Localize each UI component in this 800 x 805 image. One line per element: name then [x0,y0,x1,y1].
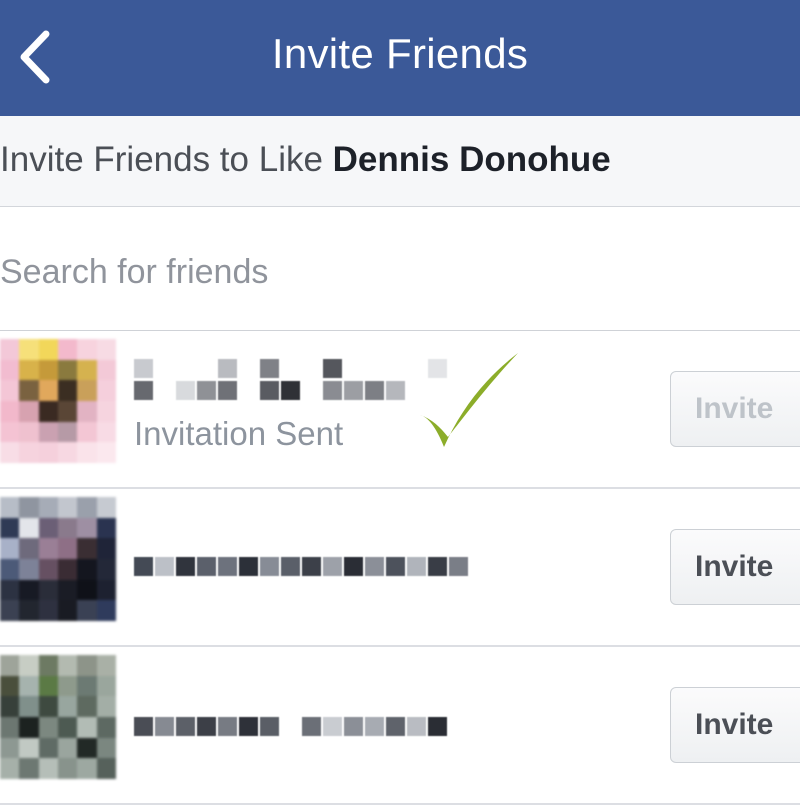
redacted-name [134,359,447,378]
invite-context-text: Invite Friends to Like Dennis Donohue [0,140,611,180]
friend-row: Invitation Sent Invite [0,331,800,489]
avatar [0,339,116,463]
avatar [0,655,116,779]
invite-button[interactable]: Invite [670,371,800,447]
invite-context-header: Invite Friends to Like Dennis Donohue [0,116,800,207]
invite-button[interactable]: Invite [670,687,800,763]
invitation-status: Invitation Sent [134,415,344,452]
page-name: Dennis Donohue [332,140,611,179]
invite-button[interactable]: Invite [670,529,800,605]
redacted-name [134,557,468,576]
avatar [0,497,116,621]
invite-context-prefix: Invite Friends to Like [0,140,333,179]
checkmark-icon [420,353,518,447]
search-bar [0,207,800,331]
page-title: Invite Friends [271,30,529,77]
redacted-name-line [134,381,405,400]
search-input[interactable] [0,247,760,297]
friend-row: Invite [0,489,800,647]
redacted-name [134,717,447,736]
friend-row: Invite [0,647,800,805]
top-navigation-bar: Invite Friends [0,0,800,116]
